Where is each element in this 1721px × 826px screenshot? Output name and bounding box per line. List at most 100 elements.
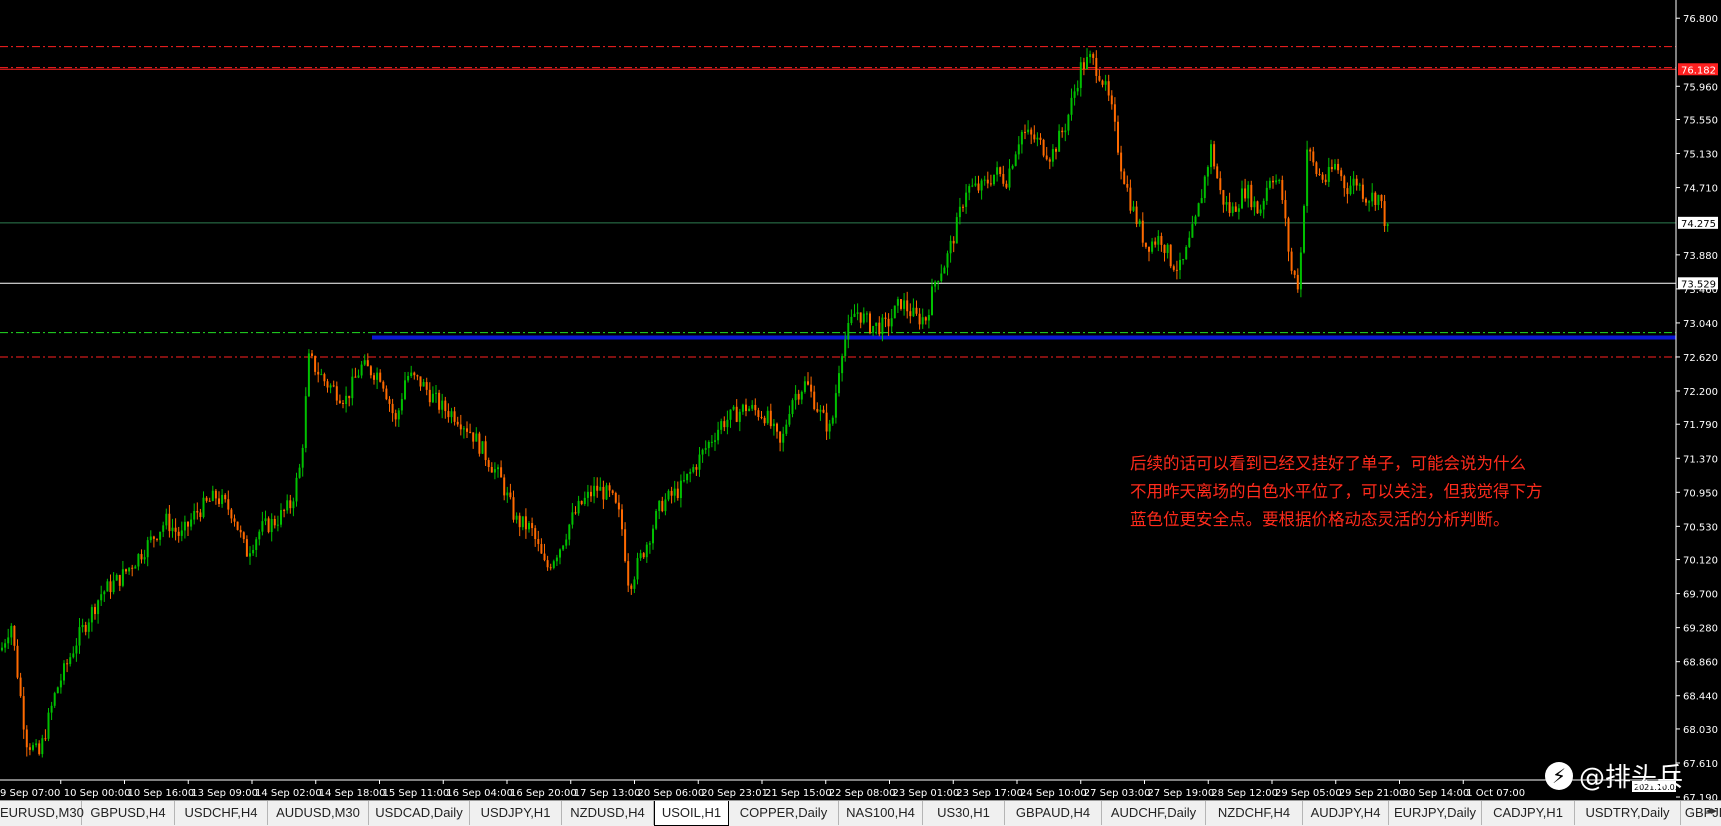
candle-body	[772, 423, 775, 427]
tab-scroll-right-icon[interactable]: ◂▸	[1706, 804, 1717, 817]
candle-body	[354, 376, 357, 378]
tab-usdjpy-h1[interactable]: USDJPY,H1	[470, 801, 562, 825]
candle-body	[658, 500, 661, 512]
candle-body	[636, 558, 639, 580]
candle-body	[1318, 173, 1321, 175]
candle-body	[980, 180, 983, 191]
tab-gbpusd-h4[interactable]: GBPUSD,H4	[82, 801, 175, 825]
tab-usoil-h1[interactable]: USOIL,H1	[654, 801, 729, 826]
candle-body	[81, 624, 84, 628]
tab-nas100-h4[interactable]: NAS100,H4	[839, 801, 923, 825]
candle-body	[648, 543, 651, 545]
candle-body	[1355, 178, 1358, 186]
tab-usdcad-daily[interactable]: USDCAD,Daily	[369, 801, 470, 825]
candle-body	[78, 627, 81, 646]
candle-body	[673, 488, 676, 496]
candle-body	[1287, 218, 1290, 252]
candle-body	[506, 492, 509, 496]
candle-body	[323, 374, 326, 382]
candle-body	[1163, 244, 1166, 253]
candle-body	[937, 281, 940, 283]
candle-body	[332, 385, 335, 387]
candle-body	[1237, 208, 1240, 212]
candle-body	[698, 454, 701, 470]
candle-body	[968, 186, 971, 193]
candle-body	[1191, 224, 1194, 238]
candle-body	[1321, 174, 1324, 180]
candle-body	[159, 531, 162, 540]
candle-body	[1293, 270, 1296, 275]
candle-body	[1334, 163, 1336, 170]
candle-body	[239, 529, 242, 533]
tab-audjpy-h4[interactable]: AUDJPY,H4	[1303, 801, 1389, 825]
candle-body	[664, 499, 667, 512]
candle-body	[233, 518, 236, 522]
candle-body	[927, 315, 930, 321]
candle-body	[13, 625, 16, 646]
candle-body	[977, 183, 980, 191]
time-tick-label: 9 Sep 07:00	[0, 788, 60, 799]
candle-body	[1157, 236, 1160, 245]
candle-body	[766, 410, 769, 424]
candle-body	[174, 527, 177, 532]
candle-body	[974, 183, 977, 186]
tab-us30-h1[interactable]: US30,H1	[923, 801, 1005, 825]
price-tick-label: 73.040	[1683, 319, 1718, 330]
price-chart[interactable]: 76.800 75.960 75.550 75.130 74.710 73.880 73.4…	[0, 0, 1721, 825]
candle-body	[1210, 144, 1212, 168]
candle-body	[531, 523, 534, 529]
logo-icon: ⚡	[1545, 761, 1573, 790]
candle-body	[283, 510, 286, 512]
candle-body	[1188, 237, 1191, 247]
candle-body	[407, 375, 410, 381]
candle-body	[1358, 184, 1361, 186]
candle-body	[413, 372, 416, 376]
candle-body	[121, 569, 124, 586]
candle-body	[890, 318, 893, 327]
tab-audchf-daily[interactable]: AUDCHF,Daily	[1102, 801, 1206, 825]
candle-body	[996, 167, 999, 175]
candle-body	[1113, 104, 1116, 122]
candle-body	[497, 467, 499, 470]
candle-body	[1104, 81, 1107, 85]
candle-body	[196, 511, 199, 513]
candle-body	[41, 738, 44, 755]
candle-body	[903, 300, 906, 309]
tab-eurjpy-daily[interactable]: EURJPY,Daily	[1389, 801, 1482, 825]
candle-body	[453, 411, 456, 422]
candle-body	[106, 581, 109, 592]
tab-copper-daily[interactable]: COPPER,Daily	[729, 801, 839, 825]
candle-body	[686, 473, 689, 481]
tab-gbpaud-h4[interactable]: GBPAUD,H4	[1005, 801, 1102, 825]
candle-body	[1, 647, 3, 651]
candle-body	[1306, 149, 1309, 206]
time-tick-label: 22 Sep 08:00	[829, 788, 896, 799]
candle-body	[273, 518, 276, 526]
candle-body	[1343, 176, 1346, 189]
tab-usdtry-daily[interactable]: USDTRY,Daily	[1575, 801, 1681, 825]
candle-body	[72, 653, 75, 658]
candle-body	[1182, 259, 1185, 261]
candle-body	[410, 372, 413, 376]
candle-body	[428, 389, 431, 403]
tab-eurusd-m30[interactable]: EURUSD,M30	[0, 801, 84, 825]
candle-body	[478, 433, 481, 454]
candle-body	[1256, 201, 1259, 214]
tab-cadjpy-h1[interactable]: CADJPY,H1	[1482, 801, 1575, 825]
candle-body	[1079, 62, 1082, 88]
candle-body	[515, 515, 518, 520]
candle-body	[943, 267, 946, 274]
tab-nzdusd-h4[interactable]: NZDUSD,H4	[562, 801, 654, 825]
candle-body	[400, 399, 403, 411]
candle-body	[438, 392, 441, 410]
tab-nzdchf-h4[interactable]: NZDCHF,H4	[1206, 801, 1303, 825]
tab-audusd-m30[interactable]: AUDUSD,M30	[268, 801, 369, 825]
candle-body	[125, 569, 127, 572]
candle-body	[760, 416, 763, 418]
candle-body	[741, 404, 744, 412]
candle-body	[797, 393, 800, 400]
candle-body	[382, 381, 385, 389]
tab-usdchf-h4[interactable]: USDCHF,H4	[175, 801, 268, 825]
chart-canvas[interactable]: 76.80075.96075.55075.13074.71073.88073.4…	[0, 0, 1721, 804]
candle-body	[586, 491, 589, 498]
